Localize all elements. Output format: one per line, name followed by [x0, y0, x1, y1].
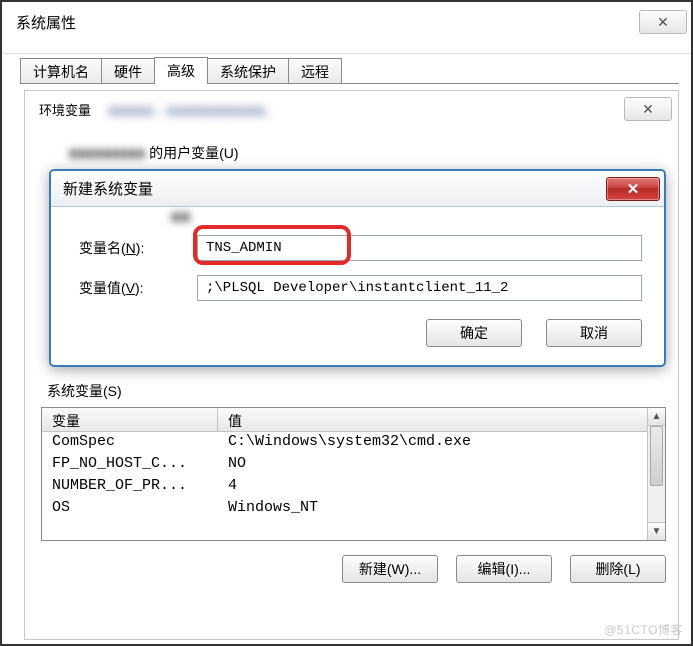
- list-item[interactable]: OS Windows_NT: [42, 498, 665, 520]
- tab-computer-name[interactable]: 计算机名: [20, 58, 102, 83]
- cancel-button[interactable]: 取消: [546, 319, 642, 347]
- variable-value-label: 变量值(V):: [79, 278, 197, 298]
- scroll-down-button[interactable]: ▼: [648, 522, 665, 540]
- blurred-text: ■■: [171, 209, 190, 227]
- variable-value-input[interactable]: [197, 275, 642, 301]
- new-variable-button-row: 确定 取消: [79, 319, 642, 347]
- new-system-variable-dialog: 新建系统变量 ✕ ■■ 变量名(N):: [49, 169, 666, 367]
- watermark: @51CTO博客: [604, 621, 683, 638]
- tab-row: 计算机名 硬件 高级 系统保护 远程: [20, 58, 679, 84]
- ok-button[interactable]: 确定: [426, 319, 522, 347]
- close-icon: ✕: [642, 101, 654, 118]
- user-variables-label-row: ■■■■■■■■■ 的用户变量(U): [69, 143, 666, 163]
- user-variables-label: 的用户变量(U): [149, 143, 238, 163]
- new-button[interactable]: 新建(W)...: [342, 555, 438, 583]
- listview-header[interactable]: 变量 值: [42, 408, 665, 432]
- listview-rows: ComSpec C:\Windows\system32\cmd.exe FP_N…: [42, 432, 665, 520]
- list-item[interactable]: FP_NO_HOST_C... NO: [42, 454, 665, 476]
- environment-variables-close-button[interactable]: ✕: [624, 97, 672, 121]
- tab-system-protection[interactable]: 系统保护: [207, 58, 289, 83]
- tab-advanced[interactable]: 高级: [154, 57, 208, 84]
- list-item[interactable]: NUMBER_OF_PR... 4: [42, 476, 665, 498]
- system-variables-label: 系统变量(S): [47, 381, 666, 401]
- system-variables-section: 系统变量(S) 变量 值 ComSpec C:\Windows\system32…: [41, 381, 666, 583]
- scroll-thumb[interactable]: [650, 426, 663, 486]
- variable-name-row: 变量名(N):: [79, 235, 642, 261]
- header-value[interactable]: 值: [218, 408, 665, 431]
- system-properties-close-button[interactable]: ✕: [639, 10, 687, 34]
- system-properties-title: 系统属性: [16, 12, 76, 33]
- close-icon: ✕: [657, 14, 669, 31]
- variable-name-label: 变量名(N):: [79, 238, 197, 258]
- header-variable[interactable]: 变量: [42, 408, 218, 431]
- environment-variables-window: 环境变量 ■■■■■，■■■■■■■■■■■。 ✕ ■■■■■■■■■ 的用户变…: [24, 90, 679, 640]
- new-system-variable-titlebar: 新建系统变量 ✕: [51, 171, 664, 207]
- scroll-up-button[interactable]: ▲: [648, 408, 665, 426]
- edit-button[interactable]: 编辑(I)...: [456, 555, 552, 583]
- system-properties-titlebar: 系统属性 ✕: [2, 2, 691, 42]
- system-properties-window: 系统属性 ✕: [2, 2, 691, 54]
- close-icon: ✕: [627, 180, 640, 198]
- list-item[interactable]: ComSpec C:\Windows\system32\cmd.exe: [42, 432, 665, 454]
- environment-variables-title: 环境变量: [39, 100, 91, 119]
- variable-value-row: 变量值(V):: [79, 275, 642, 301]
- tab-hardware[interactable]: 硬件: [101, 58, 155, 83]
- scrollbar[interactable]: ▲ ▼: [647, 408, 665, 540]
- delete-button[interactable]: 删除(L): [570, 555, 666, 583]
- new-system-variable-close-button[interactable]: ✕: [606, 177, 660, 201]
- environment-variables-titlebar: 环境变量 ■■■■■，■■■■■■■■■■■。 ✕: [25, 91, 678, 125]
- system-variables-button-row: 新建(W)... 编辑(I)... 删除(L): [41, 555, 666, 583]
- tab-remote[interactable]: 远程: [288, 58, 342, 83]
- new-system-variable-title: 新建系统变量: [63, 178, 153, 199]
- blurred-username: ■■■■■■■■■: [69, 145, 145, 161]
- system-variables-listview[interactable]: 变量 值 ComSpec C:\Windows\system32\cmd.exe…: [41, 407, 666, 541]
- variable-name-input[interactable]: [197, 235, 642, 261]
- blurred-text: ■■■■■，■■■■■■■■■■■。: [109, 100, 279, 119]
